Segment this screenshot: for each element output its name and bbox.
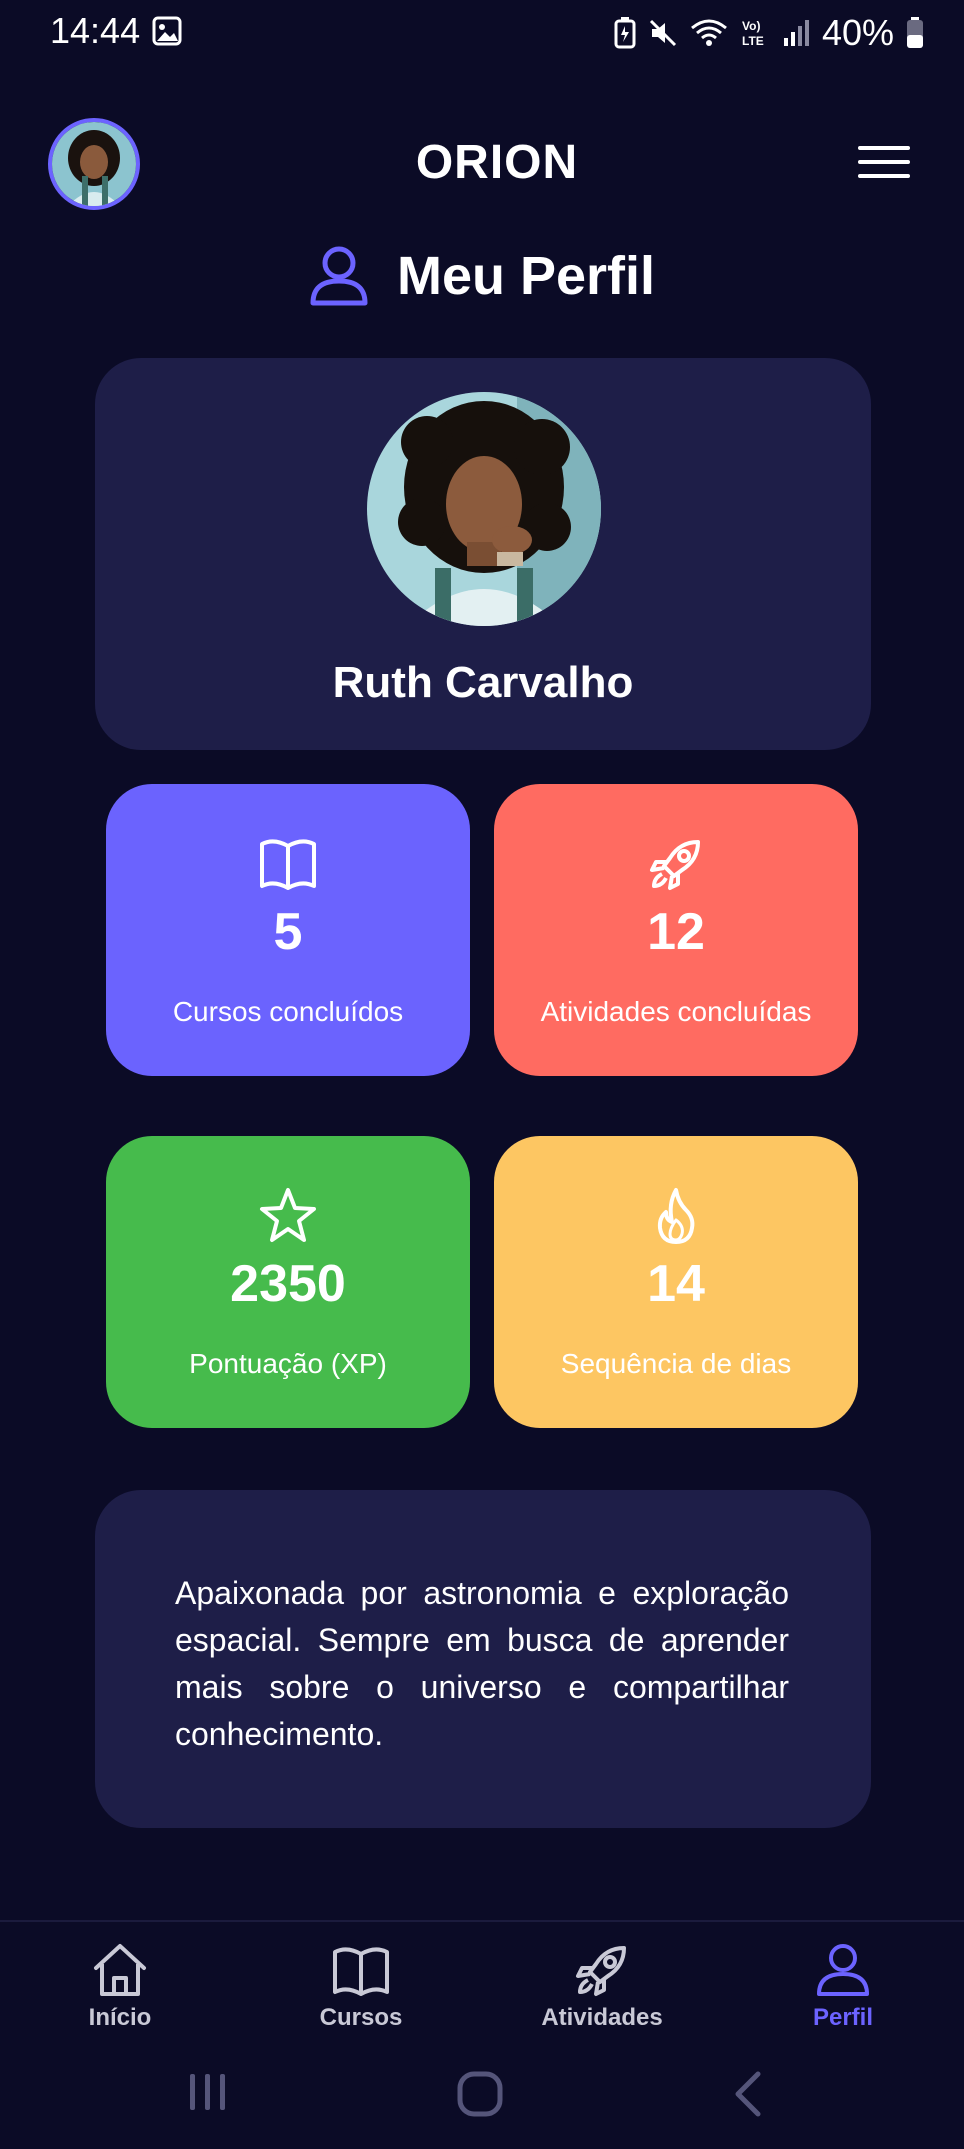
bio-card: Apaixonada por astronomia e exploração e… [95,1490,871,1828]
nav-item-inicio[interactable]: Início [40,1940,200,2032]
bottom-nav: Início Cursos Atividades Perfil [0,1920,964,2040]
nav-label: Perfil [812,2004,874,2031]
stat-label: Pontuação (XP) [189,1348,387,1379]
signal-icon [783,20,809,46]
flame-icon [657,1188,695,1244]
mute-icon [649,19,676,47]
profile-photo-image [367,392,601,626]
svg-text:Vo): Vo) [742,19,760,33]
back-icon[interactable] [730,2070,766,2118]
user-icon [817,1944,869,1996]
stat-value: 5 [273,903,303,961]
profile-card: Ruth Carvalho [95,358,871,750]
nav-label: Início [88,2004,152,2031]
wifi-icon [690,19,727,46]
rocket-icon [650,840,700,890]
system-nav-bar [0,2040,964,2149]
nav-label: Cursos [319,2004,403,2031]
rocket-icon [576,1946,626,1996]
nav-label: Atividades [541,2004,663,2031]
user-icon [310,246,368,306]
status-time: 14:44 [50,10,141,51]
image-notification-icon [152,16,182,46]
battery-saver-icon [614,17,636,49]
page-title: Meu Perfil [396,246,656,306]
recent-apps-icon[interactable] [186,2070,230,2114]
battery-percent: 40% [821,12,894,53]
stat-card-xp: 2350 Pontuação (XP) [106,1136,470,1428]
stat-card-courses: 5 Cursos concluídos [106,784,470,1076]
avatar-photo [52,122,136,206]
stat-card-streak: 14 Sequência de dias [494,1136,858,1428]
nav-item-cursos[interactable]: Cursos [281,1940,441,2032]
book-icon [333,1947,389,1996]
nav-item-perfil[interactable]: Perfil [763,1940,923,2032]
star-icon [260,1188,316,1242]
header-avatar[interactable] [48,118,140,210]
svg-text:ORION: ORION [416,136,578,184]
page-title-row: Meu Perfil [0,236,964,316]
home-icon [94,1944,146,1996]
hamburger-menu-icon[interactable] [858,144,910,180]
stat-value: 14 [647,1255,705,1313]
bio-text: Apaixonada por astronomia e exploração e… [175,1575,789,1752]
status-icons: Vo) LTE 40% [614,12,924,54]
volte-icon: Vo) LTE [742,19,764,48]
stat-label: Atividades concluídas [540,996,812,1027]
battery-icon [907,17,923,48]
stat-label: Cursos concluídos [172,996,404,1027]
profile-photo [367,392,601,626]
status-bar: 14:44 Vo) LTE 40% [0,0,964,64]
nav-item-atividades[interactable]: Atividades [522,1940,682,2032]
book-icon [260,839,316,890]
profile-name: Ruth Carvalho [332,658,634,707]
svg-text:LTE: LTE [742,34,764,48]
stat-value: 2350 [230,1255,346,1313]
orion-logo: ORION [416,136,578,184]
home-button-icon[interactable] [456,2070,504,2118]
stat-value: 12 [647,903,705,961]
stat-label: Sequência de dias [560,1348,792,1379]
stat-card-activities: 12 Atividades concluídas [494,784,858,1076]
profile-screen: 14:44 Vo) LTE 40% ORION Meu Perfil Ruth … [0,0,964,2149]
